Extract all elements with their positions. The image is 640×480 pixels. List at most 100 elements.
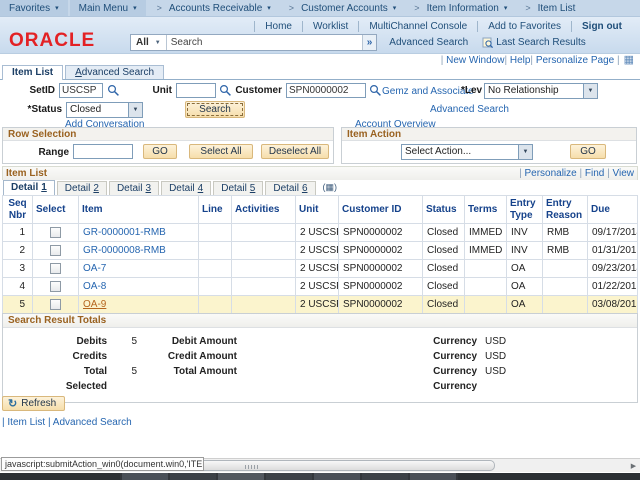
sign-out-link[interactable]: Sign out <box>571 21 632 32</box>
show-all-columns-icon[interactable]: (▦) <box>323 182 338 193</box>
item-cell: GR-0000008-RMB <box>79 242 199 260</box>
level-label: *Lev <box>461 85 482 96</box>
column-header[interactable]: Seq Nbr <box>3 196 33 224</box>
detail-tab[interactable]: Detail2 <box>57 181 107 195</box>
header-link[interactable]: Home <box>254 21 302 32</box>
page-tab[interactable]: Advanced Search <box>65 65 164 79</box>
activities-cell <box>232 242 296 260</box>
last-search-results-icon <box>482 37 493 48</box>
item-link[interactable]: OA-7 <box>83 263 106 274</box>
breadcrumb-item[interactable]: Favorites <box>0 0 68 16</box>
breadcrumb-item[interactable]: Accounts Receivable <box>148 0 280 16</box>
row-checkbox[interactable] <box>50 227 61 238</box>
totals-label: Total <box>5 366 107 377</box>
detail-tab[interactable]: Detail6 <box>265 181 315 195</box>
level-select[interactable]: No Relationship ▼ <box>484 83 598 99</box>
header-link[interactable]: Worklist <box>302 21 358 32</box>
customer-field[interactable] <box>286 83 366 98</box>
unit-cell: 2 USCSP <box>296 260 339 278</box>
breadcrumb-item[interactable]: Item List <box>516 0 584 16</box>
search-input[interactable] <box>167 35 362 50</box>
pagebar-link[interactable]: New Window <box>441 55 505 66</box>
item-link[interactable]: OA-8 <box>83 281 106 292</box>
customer-lookup-icon[interactable] <box>369 84 382 97</box>
item-action-go-button[interactable]: GO <box>570 144 606 159</box>
range-field[interactable] <box>73 144 133 159</box>
breadcrumb-item[interactable]: Item Information <box>405 0 516 16</box>
entry-reason-cell <box>543 278 588 296</box>
setid-lookup-icon[interactable] <box>107 84 120 97</box>
header-link[interactable]: MultiChannel Console <box>358 21 477 32</box>
column-header[interactable]: Entry Type <box>507 196 543 224</box>
column-header[interactable]: Due <box>588 196 638 224</box>
advanced-search-link[interactable]: Advanced Search <box>389 37 468 48</box>
pagebar-link[interactable]: Personalize Page <box>530 55 614 66</box>
detail-tab[interactable]: Detail5 <box>213 181 263 195</box>
page-tab[interactable]: Item List <box>2 65 63 80</box>
taskbar-segment <box>218 473 264 480</box>
entry-type-cell: INV <box>507 242 543 260</box>
column-header[interactable]: Status <box>423 196 465 224</box>
setid-field[interactable] <box>59 83 103 98</box>
terms-cell <box>465 260 507 278</box>
select-all-button[interactable]: Select All <box>189 144 253 159</box>
row-checkbox[interactable] <box>50 299 61 310</box>
currency-value: USD <box>477 336 517 347</box>
footer-link[interactable]: Item List <box>2 417 45 428</box>
terms-cell: IMMED <box>465 242 507 260</box>
customer-name-link[interactable]: Gemz and Associate <box>382 86 474 97</box>
line-cell <box>199 242 232 260</box>
header-link[interactable]: Add to Favorites <box>477 21 571 32</box>
row-checkbox[interactable] <box>50 263 61 274</box>
item-link[interactable]: GR-0000001-RMB <box>83 227 166 238</box>
item-link[interactable]: GR-0000008-RMB <box>83 245 166 256</box>
terms-cell: IMMED <box>465 224 507 242</box>
column-header[interactable]: Unit <box>296 196 339 224</box>
column-header[interactable]: Entry Reason <box>543 196 588 224</box>
grid-action-link[interactable]: Personalize <box>519 168 577 179</box>
column-header[interactable]: Line <box>199 196 232 224</box>
search-go-button[interactable]: » <box>362 35 377 50</box>
breadcrumb-item[interactable]: Main Menu <box>70 0 146 16</box>
last-search-results-link[interactable]: Last Search Results <box>496 37 586 48</box>
chevron-down-icon: ▼ <box>518 145 532 159</box>
unit-field[interactable] <box>176 83 216 98</box>
item-action-select-value: Select Action... <box>402 145 518 159</box>
column-header[interactable]: Customer ID <box>339 196 423 224</box>
currency-value: USD <box>477 366 517 377</box>
totals-label: Debits <box>5 336 107 347</box>
breadcrumb-item[interactable]: Customer Accounts <box>280 0 406 16</box>
pagebar-link[interactable]: Help <box>504 55 530 66</box>
row-checkbox[interactable] <box>50 281 61 292</box>
detail-tab[interactable]: Detail1 <box>3 180 55 195</box>
column-header[interactable]: Terms <box>465 196 507 224</box>
search-button[interactable]: Search <box>185 101 245 118</box>
table-row: 3 OA-7 2 USCSP SPN0000002 Closed OA 09/2… <box>3 260 638 278</box>
search-scope-select[interactable]: All <box>131 35 167 50</box>
select-cell <box>33 224 79 242</box>
column-header[interactable]: Item <box>79 196 199 224</box>
totals-label: Credits <box>5 351 107 362</box>
line-cell <box>199 224 232 242</box>
item-link[interactable]: OA-9 <box>83 299 106 310</box>
status-select[interactable]: Closed ▼ <box>66 102 143 118</box>
refresh-button[interactable]: ↻ Refresh <box>2 396 65 411</box>
grid-action-link[interactable]: Find <box>577 168 605 179</box>
unit-cell: 2 USCSP <box>296 296 339 314</box>
advanced-search-form-link[interactable]: Advanced Search <box>430 104 509 115</box>
range-go-button[interactable]: GO <box>143 144 177 159</box>
footer-link[interactable]: Advanced Search <box>45 417 132 428</box>
refresh-icon: ↻ <box>8 397 17 410</box>
grid-action-link[interactable]: View <box>604 168 634 179</box>
detail-tab[interactable]: Detail4 <box>161 181 211 195</box>
deselect-all-button[interactable]: Deselect All <box>261 144 329 159</box>
scrollbar-right-arrow[interactable]: ▶ <box>628 461 639 471</box>
totals-title: Search Result Totals <box>3 314 637 328</box>
row-checkbox[interactable] <box>50 245 61 256</box>
copy-url-grid-icon[interactable]: ▦ <box>624 55 634 65</box>
item-action-select[interactable]: Select Action... ▼ <box>401 144 533 160</box>
detail-tab[interactable]: Detail3 <box>109 181 159 195</box>
column-header[interactable]: Activities <box>232 196 296 224</box>
column-header[interactable]: Select <box>33 196 79 224</box>
breadcrumb-item-label: Main Menu <box>79 3 128 14</box>
